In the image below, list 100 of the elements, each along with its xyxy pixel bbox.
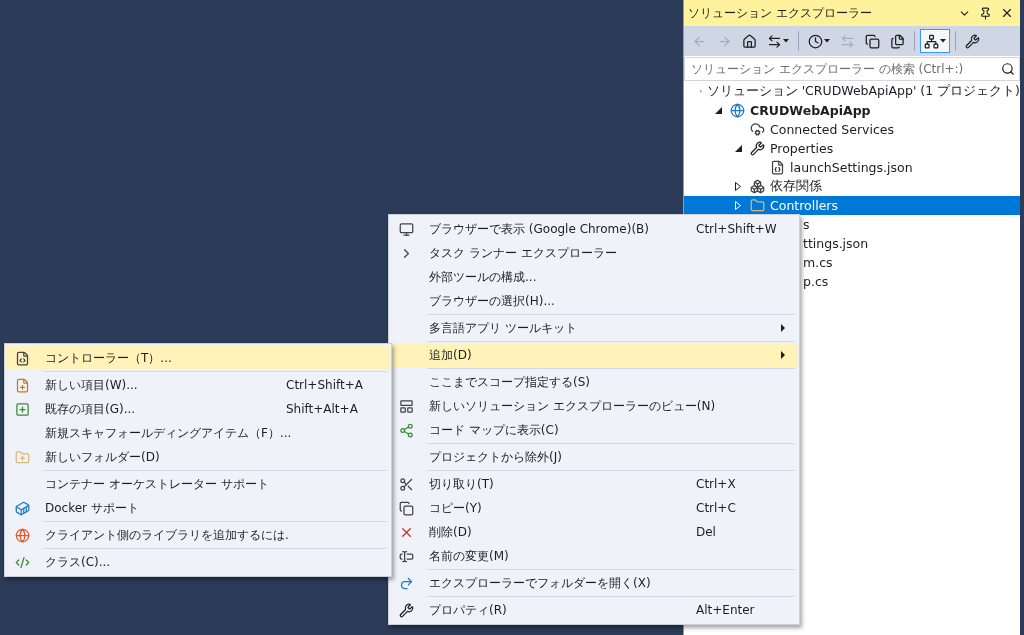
menu-item[interactable]: コントローラー（T）... — [6, 346, 390, 370]
file-icon — [14, 350, 30, 366]
menu-item[interactable]: 新規スキャフォールディングアイテム（F）... — [6, 421, 390, 445]
menu-item-label: 新規スキャフォールディングアイテム（F）... — [44, 424, 292, 442]
menu-item[interactable]: 多言語アプリ ツールキット — [390, 316, 798, 340]
tree-item[interactable]: Properties — [684, 139, 1020, 158]
close-icon[interactable] — [1000, 6, 1014, 20]
toolbar-button[interactable] — [920, 29, 950, 53]
menu-item[interactable]: コピー(Y) Ctrl+C — [390, 496, 798, 520]
menu-item[interactable]: 新しい項目(W)... Ctrl+Shift+A — [6, 373, 390, 397]
search-field[interactable]: ソリューション エクスプローラー の検索 (Ctrl+:) — [684, 57, 1020, 81]
menu-item[interactable]: プロジェクトから除外(J) — [390, 445, 798, 469]
blocks-icon — [750, 179, 765, 194]
menu-item[interactable]: 追加(D) — [390, 343, 798, 367]
menu-item-label: コピー(Y) — [428, 499, 483, 517]
container-icon — [14, 500, 30, 516]
menu-item-label: Docker サポート — [44, 499, 140, 517]
tree-item[interactable]: Controllers — [684, 196, 1020, 215]
class-icon — [14, 554, 30, 570]
menu-item-label: エクスプローラーでフォルダーを開く(X) — [428, 574, 652, 592]
diagram-icon — [398, 422, 414, 438]
menu-item[interactable]: 切り取り(T) Ctrl+X — [390, 472, 798, 496]
menu-item-label: 新しいソリューション エクスプローラーのビュー(N) — [428, 397, 716, 415]
menu-item-label: コンテナー オーケストレーター サポート — [44, 475, 270, 493]
menu-item-label: 切り取り(T) — [428, 475, 495, 493]
menu-item[interactable]: ブラウザーで表示 (Google Chrome)(B) Ctrl+Shift+W — [390, 217, 798, 241]
file-icon — [770, 160, 785, 175]
tree-item[interactable]: launchSettings.json — [684, 158, 1020, 177]
forward-icon — [717, 33, 732, 49]
tree-item[interactable]: CRUDWebApiApp — [684, 101, 1020, 120]
menu-item[interactable]: エクスプローラーでフォルダーを開く(X) — [390, 571, 798, 595]
back-icon — [692, 33, 707, 49]
scissors-icon — [398, 476, 414, 492]
tree-item[interactable]: ソリューション 'CRUDWebApiApp' (1 プロジェクト) — [684, 82, 1020, 101]
pages-icon — [890, 33, 905, 49]
menu-item-label: ブラウザーの選択(H)... — [428, 292, 556, 310]
shortcut-text: Del — [696, 525, 717, 539]
menu-item-label: 新しい項目(W)... — [44, 376, 139, 394]
rename-icon — [398, 548, 414, 564]
menu-item[interactable]: プロパティ(R) Alt+Enter — [390, 598, 798, 622]
menu-item[interactable]: クライアント側のライブラリを追加するには. — [6, 523, 390, 547]
wrench-icon — [750, 141, 765, 156]
folder-plus-icon — [14, 449, 30, 465]
menu-item-label: 新しいフォルダー(D) — [44, 448, 161, 466]
menu-item[interactable]: ブラウザーの選択(H)... — [390, 289, 798, 313]
shortcut-text: Ctrl+Shift+W — [696, 222, 778, 236]
sync-icon — [840, 33, 855, 49]
menu-item-label: コントローラー（T）... — [44, 349, 173, 367]
shortcut-text: Ctrl+X — [696, 477, 737, 491]
globe-icon — [730, 103, 745, 118]
wrench-icon — [398, 602, 414, 618]
tree-item[interactable]: Connected Services — [684, 120, 1020, 139]
copy-icon — [398, 500, 414, 516]
menu-item-label: クラス(C)... — [44, 553, 112, 571]
menu-item-label: プロジェクトから除外(J) — [428, 448, 563, 466]
menu-item-label: 多言語アプリ ツールキット — [428, 319, 578, 337]
menu-item[interactable]: 名前の変更(M) — [390, 544, 798, 568]
wrench-icon — [965, 33, 980, 49]
menu-item-label: 既存の項目(G)... — [44, 400, 137, 418]
pin-icon[interactable] — [979, 6, 992, 20]
shortcut-text: Shift+Alt+A — [286, 402, 359, 416]
menu-item[interactable]: 新しいフォルダー(D) — [6, 445, 390, 469]
menu-item[interactable]: コンテナー オーケストレーター サポート — [6, 472, 390, 496]
square-plus-icon — [14, 401, 30, 417]
shortcut-text: Ctrl+C — [696, 501, 737, 515]
menu-item[interactable]: Docker サポート — [6, 496, 390, 520]
monitor-icon — [398, 221, 414, 237]
copy-icon — [865, 33, 880, 49]
expanded-arrow-icon[interactable] — [714, 107, 722, 114]
menu-item-label: クライアント側のライブラリを追加するには. — [44, 526, 289, 544]
menu-item[interactable]: 外部ツールの構成... — [390, 265, 798, 289]
collapsed-arrow-icon[interactable] — [735, 182, 741, 191]
shortcut-text: Alt+Enter — [696, 603, 756, 617]
folder-icon — [750, 198, 765, 213]
menu-item-label: 外部ツールの構成... — [428, 268, 538, 286]
menu-item-label: 削除(D) — [428, 523, 473, 541]
menu-item[interactable]: 既存の項目(G)... Shift+Alt+A — [6, 397, 390, 421]
menu-item[interactable]: タスク ランナー エクスプローラー — [390, 241, 798, 265]
menu-item[interactable]: 新しいソリューション エクスプローラーのビュー(N) — [390, 394, 798, 418]
menu-item-label: ブラウザーで表示 (Google Chrome)(B) — [428, 220, 650, 238]
search-icon[interactable] — [1001, 62, 1015, 76]
curved-arrow-icon — [398, 575, 414, 591]
clock-icon — [808, 33, 823, 49]
menu-item[interactable]: ここまでスコープ指定する(S) — [390, 370, 798, 394]
menu-item[interactable]: クラス(C)... — [6, 550, 390, 574]
menu-item[interactable]: コード マップに表示(C) — [390, 418, 798, 442]
menu-item-label: タスク ランナー エクスプローラー — [428, 244, 618, 262]
file-plus-icon — [14, 377, 30, 393]
menu-item[interactable]: 削除(D) Del — [390, 520, 798, 544]
tree-item[interactable]: 依存関係 — [684, 177, 1020, 196]
menu-item-label: 名前の変更(M) — [428, 547, 510, 565]
panel-title: ソリューション エクスプローラー — [688, 4, 873, 22]
menu-item-label: ここまでスコープ指定する(S) — [428, 373, 591, 391]
expanded-arrow-icon[interactable] — [734, 145, 742, 152]
menu-item-label: プロパティ(R) — [428, 601, 508, 619]
menu-item-label: 追加(D) — [428, 346, 473, 364]
home-icon — [742, 33, 757, 49]
swap-icon — [767, 33, 782, 49]
shortcut-text: Ctrl+Shift+A — [286, 378, 364, 392]
cloud-icon — [750, 122, 765, 137]
